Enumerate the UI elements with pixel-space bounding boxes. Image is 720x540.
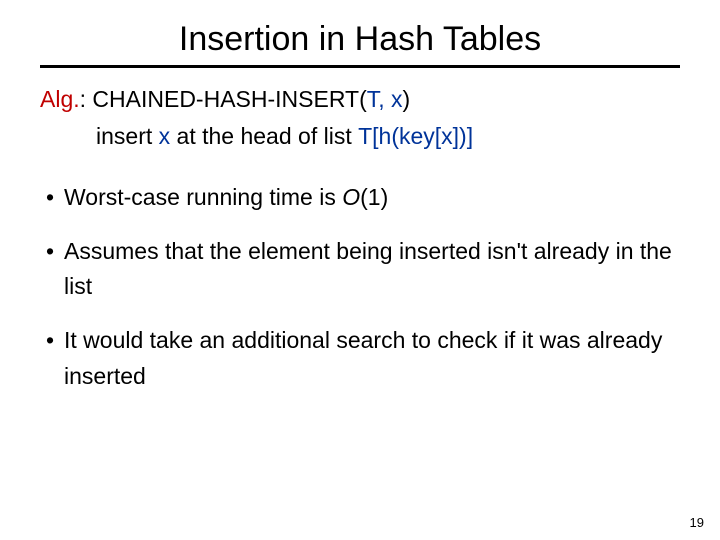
bullet-text: Worst-case running time is [64,184,342,210]
action-line: insert x at the head of list T[h(key[x])… [96,123,680,150]
bullet-text: It would take an additional search to ch… [64,327,662,389]
alg-close: ) [403,86,411,112]
page-number: 19 [690,515,704,530]
alg-colon: : [80,86,93,112]
alg-name: CHAINED-HASH-INSERT( [92,86,366,112]
bullet-tail: (1) [360,184,388,210]
bullet-text: Assumes that the element being inserted … [64,238,672,300]
alg-label: Alg. [40,86,80,112]
action-pre: insert [96,123,159,149]
bullet-list: Worst-case running time is O(1) Assumes … [46,180,680,394]
list-item: Worst-case running time is O(1) [46,180,680,216]
list-item: It would take an additional search to ch… [46,323,680,394]
title-divider [40,65,680,68]
algorithm-line: Alg.: CHAINED-HASH-INSERT(T, x) [40,86,680,113]
action-expr: T[h(key[x])] [358,123,473,149]
alg-args: T, x [367,86,403,112]
page-title: Insertion in Hash Tables [40,20,680,59]
list-item: Assumes that the element being inserted … [46,234,680,305]
action-mid: at the head of list [170,123,358,149]
bullet-italic: O [342,184,360,210]
action-x: x [159,123,171,149]
